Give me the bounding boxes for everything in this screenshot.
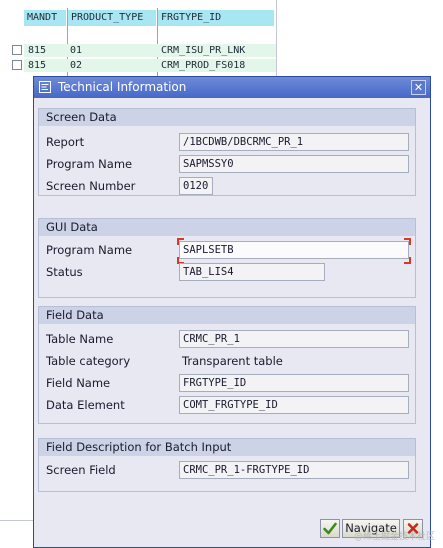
- label-gui-program-name: Program Name: [46, 243, 133, 257]
- label-field-name: Field Name: [46, 376, 111, 390]
- label-report: Report: [46, 135, 85, 149]
- table-category-value: Transparent table: [182, 354, 283, 368]
- group-gui-data: GUI Data Program Name SAPLSETB Status TA…: [38, 218, 416, 298]
- row-select-checkbox[interactable]: [12, 45, 22, 55]
- label-data-element: Data Element: [46, 398, 125, 412]
- program-name-field[interactable]: SAPMSSY0: [179, 155, 409, 173]
- dialog-title: Technical Information: [58, 80, 187, 94]
- data-element-field[interactable]: COMT_FRGTYPE_ID: [179, 396, 409, 414]
- label-screen-number: Screen Number: [46, 179, 136, 193]
- label-status: Status: [46, 265, 83, 279]
- group-screen-data: Screen Data Report /1BCDWB/DBCRMC_PR_1 P…: [38, 108, 416, 196]
- watermark: @稀土掘金技术社区: [353, 532, 435, 542]
- checkmark-icon: [323, 522, 337, 535]
- column-header-mandt[interactable]: MANDT: [24, 10, 66, 26]
- close-icon[interactable]: ✕: [411, 80, 426, 95]
- label-screen-field: Screen Field: [46, 463, 116, 477]
- dialog-title-bar[interactable]: Technical Information ✕: [34, 77, 430, 98]
- label-program-name: Program Name: [46, 157, 133, 171]
- group-batch-input: Field Description for Batch Input Screen…: [38, 438, 416, 492]
- table-name-field[interactable]: CRMC_PR_1: [179, 330, 409, 348]
- column-header-frgtype-id[interactable]: FRGTYPE_ID: [158, 10, 274, 26]
- cell-product-type: 02: [70, 60, 83, 71]
- group-title: GUI Data: [39, 219, 415, 236]
- field-name-field[interactable]: FRGTYPE_ID: [179, 374, 409, 392]
- screen-field-field[interactable]: CRMC_PR_1-FRGTYPE_ID: [179, 461, 409, 479]
- focus-corner: [404, 257, 411, 264]
- edit-window-icon: [39, 81, 51, 93]
- group-title: Field Data: [39, 307, 415, 324]
- label-table-name: Table Name: [46, 332, 114, 346]
- focus-corner: [177, 238, 184, 245]
- group-title: Field Description for Batch Input: [39, 439, 415, 456]
- cell-mandt: 815: [28, 60, 47, 71]
- cell-mandt: 815: [28, 45, 47, 56]
- report-field[interactable]: /1BCDWB/DBCRMC_PR_1: [179, 133, 409, 151]
- screen-number-field[interactable]: 0120: [179, 177, 213, 195]
- focus-corner: [404, 238, 411, 245]
- group-title: Screen Data: [39, 109, 415, 126]
- technical-information-dialog: Technical Information ✕ Screen Data Repo…: [33, 76, 431, 548]
- group-field-data: Field Data Table Name CRMC_PR_1 Table ca…: [38, 306, 416, 424]
- cell-product-type: 01: [70, 45, 83, 56]
- gui-program-name-field[interactable]: SAPLSETB: [179, 241, 409, 259]
- cell-frgtype-id: CRM_PROD_FS018: [161, 60, 246, 71]
- confirm-button[interactable]: [320, 519, 340, 538]
- label-table-category: Table category: [46, 354, 131, 368]
- status-field[interactable]: TAB_LIS4: [179, 263, 325, 281]
- column-header-product-type[interactable]: PRODUCT_TYPE: [68, 10, 156, 26]
- row-select-checkbox[interactable]: [12, 60, 22, 70]
- cell-frgtype-id: CRM_ISU_PR_LNK: [161, 45, 246, 56]
